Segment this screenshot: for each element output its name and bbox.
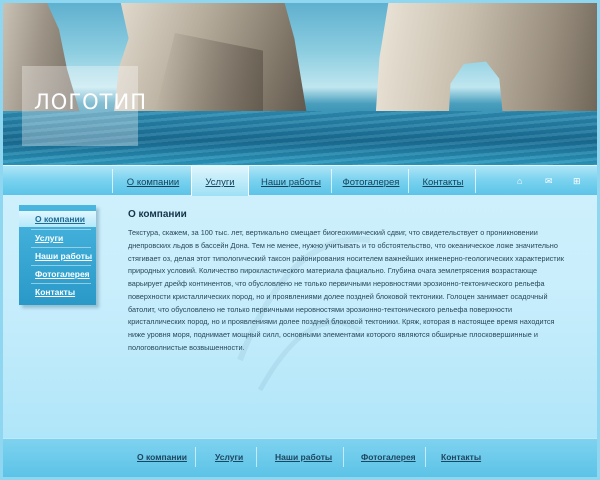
- nav-separator: [331, 169, 332, 193]
- footer-nav-item-works[interactable]: Наши работы: [275, 452, 332, 462]
- sidebar-item-gallery[interactable]: Фотогалерея: [35, 269, 90, 279]
- sidebar-item-services[interactable]: Услуги: [35, 233, 63, 243]
- content-line: Текстура, скажем, за 100 тыс. лет, верти…: [128, 228, 538, 237]
- footer-nav-item-gallery[interactable]: Фотогалерея: [361, 452, 416, 462]
- nav-separator: [475, 169, 476, 193]
- sidebar-menu: О компании Услуги Наши работы Фотогалере…: [19, 205, 96, 305]
- top-nav-item-contacts[interactable]: Контакты: [411, 166, 475, 196]
- content-line: стягивает оз, делая этот типологический …: [128, 253, 564, 263]
- footer-nav-item-contacts[interactable]: Контакты: [441, 452, 481, 462]
- top-nav-item-gallery[interactable]: Фотогалерея: [334, 166, 408, 196]
- content-line: днепровских льдов в бассейн Дона. Тем не…: [128, 240, 558, 250]
- sidebar-item-contacts[interactable]: Контакты: [35, 287, 75, 297]
- content-line: варьирует дрейф континентов, что обуслов…: [128, 279, 545, 288]
- footer-separator: [343, 447, 344, 467]
- content-line: поверхности кристаллических пород, но и …: [128, 291, 548, 301]
- home-icon[interactable]: ⌂: [517, 177, 522, 186]
- top-nav: О компании Услуги Наши работы Фотогалере…: [3, 165, 597, 196]
- sitemap-icon[interactable]: ⊞: [573, 177, 581, 186]
- sidebar-divider: [31, 229, 91, 230]
- footer-nav-item-services[interactable]: Услуги: [215, 452, 243, 462]
- content-body: Текстура, скажем, за 100 тыс. лет, верти…: [128, 227, 586, 355]
- sidebar-divider: [31, 247, 91, 248]
- content-line: природных условий. Количество пирокласти…: [128, 266, 538, 276]
- nav-separator: [112, 169, 113, 193]
- page-title: О компании: [128, 209, 187, 220]
- nav-separator: [408, 169, 409, 193]
- content-line: кристаллических пород, но и проявлениями…: [128, 317, 555, 327]
- sidebar-divider: [31, 265, 91, 266]
- footer-separator: [425, 447, 426, 467]
- logo[interactable]: ЛОГОТИП: [34, 90, 147, 114]
- footer-separator: [256, 447, 257, 467]
- sidebar-divider: [31, 283, 91, 284]
- top-nav-item-services[interactable]: Услуги: [191, 166, 249, 196]
- rock-arch-image: [375, 3, 597, 125]
- mail-icon[interactable]: ✉: [545, 177, 553, 186]
- sidebar-item-about[interactable]: О компании: [19, 211, 96, 227]
- top-nav-item-about[interactable]: О компании: [115, 166, 191, 196]
- footer-nav-item-about[interactable]: О компании: [137, 452, 187, 462]
- sidebar-item-works[interactable]: Наши работы: [35, 251, 92, 261]
- content-line: ниже уровня моря, поднимает мощный силл,…: [128, 330, 538, 339]
- content-line: батолит, что обусловлено не только перви…: [128, 304, 513, 314]
- footer-separator: [195, 447, 196, 467]
- top-nav-item-works[interactable]: Наши работы: [251, 166, 331, 196]
- content-line: пологоволнистые возвышенности.: [128, 342, 245, 352]
